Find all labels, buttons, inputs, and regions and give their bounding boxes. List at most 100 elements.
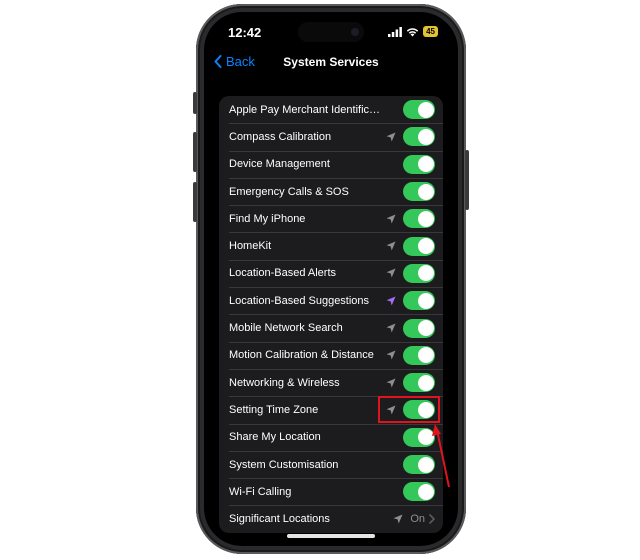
- status-time: 12:42: [228, 25, 262, 40]
- dynamic-island: [298, 22, 364, 42]
- location-indicator: [385, 295, 397, 307]
- location-indicator: [385, 459, 397, 471]
- toggle-motion-calibration-and-distance[interactable]: [403, 345, 435, 365]
- toggle-wi-fi-calling[interactable]: [403, 482, 435, 502]
- location-arrow-icon: [386, 241, 396, 251]
- service-row-networking-and-wireless: Networking & Wireless: [219, 368, 443, 396]
- location-indicator: [385, 267, 397, 279]
- phone-screen: 12:42 45 Back System Services Apple Pay …: [204, 12, 458, 546]
- toggle-knob: [417, 265, 434, 282]
- service-label: Mobile Network Search: [229, 322, 343, 335]
- service-row-system-customisation: System Customisation: [219, 450, 443, 478]
- location-arrow-icon: [386, 132, 396, 142]
- location-indicator: [385, 240, 397, 252]
- service-label: Compass Calibration: [229, 130, 332, 143]
- toggle-find-my-iphone[interactable]: [403, 209, 435, 229]
- toggle-knob: [417, 210, 434, 227]
- page-title: System Services: [283, 55, 379, 69]
- toggle-knob: [417, 374, 434, 391]
- toggle-location-based-suggestions[interactable]: [403, 291, 435, 311]
- highlight-box: [378, 396, 440, 423]
- toggle-share-my-location[interactable]: [403, 427, 435, 447]
- service-row-apple-pay-merchant-identificati: Apple Pay Merchant Identificati...: [219, 96, 443, 123]
- system-services-list: Apple Pay Merchant Identificati... Compas…: [219, 96, 443, 533]
- service-label: Apple Pay Merchant Identificati...: [229, 103, 385, 116]
- toggle-homekit[interactable]: [403, 236, 435, 256]
- significant-locations-value: On: [410, 513, 425, 526]
- toggle-knob: [417, 347, 434, 364]
- toggle-apple-pay-merchant-identificati[interactable]: [403, 100, 435, 120]
- toggle-knob: [417, 183, 434, 200]
- toggle-knob: [417, 101, 434, 118]
- toggle-location-based-alerts[interactable]: [403, 263, 435, 283]
- service-row-mobile-network-search: Mobile Network Search: [219, 314, 443, 341]
- camera-dot: [351, 28, 359, 36]
- power-button: [465, 150, 469, 210]
- toggle-knob: [417, 128, 434, 145]
- toggle-emergency-calls-and-sos[interactable]: [403, 182, 435, 202]
- toggle-knob: [417, 156, 434, 173]
- toggle-knob: [417, 429, 434, 446]
- toggle-knob: [417, 238, 434, 255]
- service-row-wi-fi-calling: Wi-Fi Calling: [219, 478, 443, 505]
- service-row-emergency-calls-and-sos: Emergency Calls & SOS: [219, 177, 443, 205]
- location-arrow-icon: [386, 323, 396, 333]
- location-indicator: [385, 377, 397, 389]
- chevron-right-icon: [429, 514, 435, 524]
- action-button: [193, 92, 197, 114]
- service-label: Setting Time Zone: [229, 403, 319, 416]
- volume-up-button: [193, 132, 197, 172]
- location-indicator: [385, 213, 397, 225]
- significant-locations-row[interactable]: Significant Locations On: [219, 505, 443, 532]
- location-indicator: [385, 158, 397, 170]
- service-label: HomeKit: [229, 240, 272, 253]
- service-label: Networking & Wireless: [229, 376, 340, 389]
- service-label: Share My Location: [229, 431, 321, 444]
- service-row-motion-calibration-and-distance: Motion Calibration & Distance: [219, 341, 443, 369]
- toggle-mobile-network-search[interactable]: [403, 318, 435, 338]
- location-arrow-icon: [386, 350, 396, 360]
- toggle-device-management[interactable]: [403, 154, 435, 174]
- location-indicator: [385, 322, 397, 334]
- location-indicator: [392, 513, 404, 525]
- service-row-location-based-suggestions: Location-Based Suggestions: [219, 287, 443, 314]
- toggle-compass-calibration[interactable]: [403, 127, 435, 147]
- service-label: Wi-Fi Calling: [229, 485, 292, 498]
- service-label: Location-Based Alerts: [229, 267, 337, 280]
- service-label: Device Management: [229, 158, 330, 171]
- service-row-homekit: HomeKit: [219, 232, 443, 259]
- toggle-knob: [417, 320, 434, 337]
- toggle-knob: [417, 456, 434, 473]
- home-indicator[interactable]: [287, 534, 375, 538]
- location-arrow-icon: [386, 268, 396, 278]
- toggle-knob: [417, 292, 434, 309]
- wifi-icon: [406, 27, 419, 36]
- service-label: System Customisation: [229, 458, 339, 471]
- cellular-signal-icon: [388, 26, 402, 37]
- location-indicator: [385, 104, 397, 116]
- service-row-find-my-iphone: Find My iPhone: [219, 205, 443, 232]
- location-arrow-icon: [386, 296, 396, 306]
- location-indicator: [385, 431, 397, 443]
- service-row-share-my-location: Share My Location: [219, 423, 443, 451]
- toggle-networking-and-wireless[interactable]: [403, 373, 435, 393]
- location-indicator: [385, 349, 397, 361]
- battery-icon: 45: [423, 26, 438, 37]
- significant-locations-label: Significant Locations: [229, 513, 330, 526]
- service-label: Find My iPhone: [229, 212, 306, 225]
- location-arrow-icon: [386, 378, 396, 388]
- location-indicator: [385, 186, 397, 198]
- location-arrow-icon: [393, 514, 403, 524]
- status-icons: 45: [388, 26, 438, 37]
- volume-down-button: [193, 182, 197, 222]
- service-label: Location-Based Suggestions: [229, 294, 370, 307]
- toggle-knob: [417, 483, 434, 500]
- location-indicator: [385, 131, 397, 143]
- service-row-compass-calibration: Compass Calibration: [219, 123, 443, 150]
- service-label: Emergency Calls & SOS: [229, 185, 349, 198]
- location-indicator: [385, 486, 397, 498]
- service-label: Motion Calibration & Distance: [229, 349, 374, 362]
- toggle-system-customisation[interactable]: [403, 455, 435, 474]
- location-arrow-icon: [386, 214, 396, 224]
- service-row-location-based-alerts: Location-Based Alerts: [219, 259, 443, 287]
